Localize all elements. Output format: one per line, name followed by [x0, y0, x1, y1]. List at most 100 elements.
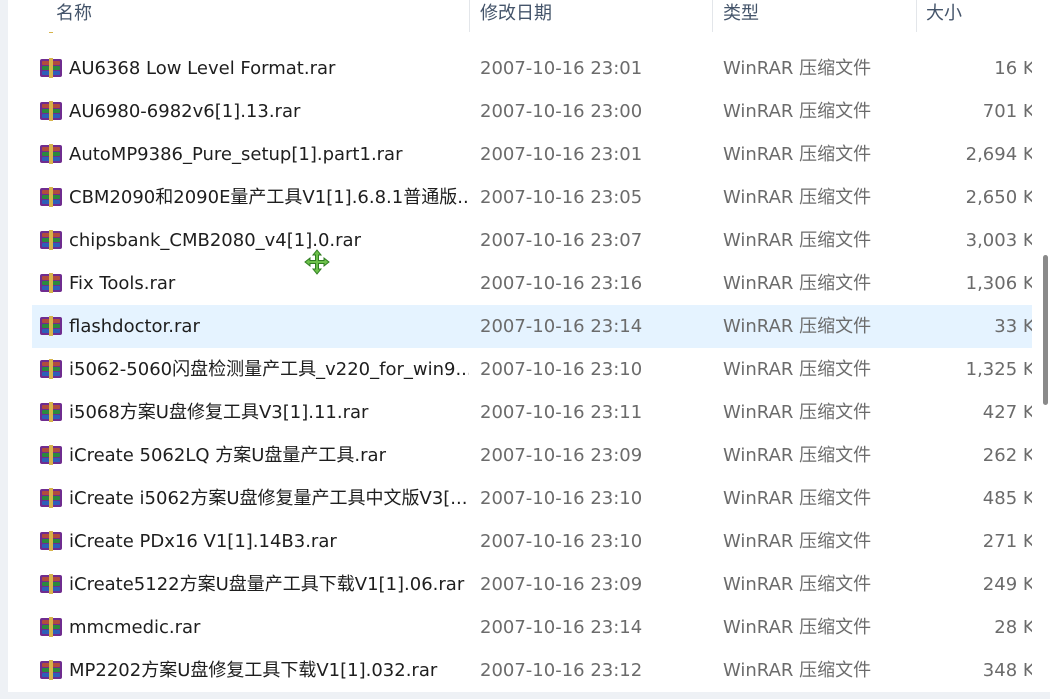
file-row[interactable]: iCreate 5062LQ 方案U盘量产工具.rar 2007-10-16 2… — [32, 434, 1032, 477]
vertical-scrollbar[interactable] — [1032, 0, 1050, 699]
file-size: 2,650 KI — [965, 187, 1032, 208]
file-size: 181 KB — [952, 32, 1032, 45]
file-row[interactable]: mmcmedic.rar 2007-10-16 23:14 WinRAR 压缩文… — [32, 606, 1032, 649]
winrar-archive-icon — [40, 574, 62, 594]
winrar-archive-icon — [40, 660, 62, 680]
column-header-name[interactable]: 名称 — [56, 0, 92, 30]
file-date: 2007-10-16 23:09 — [480, 445, 643, 466]
column-header-date[interactable]: 修改日期 — [480, 0, 552, 30]
file-name: mmcmedic.rar — [69, 617, 201, 638]
winrar-archive-icon — [40, 402, 62, 422]
scrollbar-thumb[interactable] — [1043, 255, 1048, 405]
file-type: WinRAR 压缩文件 — [723, 230, 872, 251]
file-date: 2007-10-16 23:01 — [480, 144, 643, 165]
file-type: WinRAR 压缩文件 — [723, 574, 872, 595]
file-row[interactable]: AU6980-6982v6[1].13.rar 2007-10-16 23:00… — [32, 90, 1032, 133]
file-date: 2007-10-16 23:10 — [480, 359, 643, 380]
file-date: 2007-10-16 23:12 — [480, 660, 643, 681]
file-name: i5062-5060闪盘检测量产工具_v220_for_win9... — [69, 359, 469, 380]
file-size: 1,325 KI — [965, 359, 1032, 380]
file-type: WinRAR 压缩文件 — [723, 32, 903, 45]
winrar-archive-icon — [40, 445, 62, 465]
file-name: AutoMP9386_Pure_setup[1].part1.rar — [69, 144, 403, 165]
winrar-archive-icon — [40, 58, 62, 78]
partial-file-row[interactable]: AU6337-ZLAT-[1].rar 2007-10-16 23:01 Win… — [8, 32, 1032, 45]
file-size: 249 KI — [982, 574, 1032, 595]
status-bar-edge — [0, 692, 1050, 699]
file-date: 2007-10-16 23:14 — [480, 316, 643, 337]
file-row[interactable]: Fix Tools.rar 2007-10-16 23:16 WinRAR 压缩… — [32, 262, 1032, 305]
file-name: MP2202方案U盘修复工具下载V1[1].032.rar — [69, 660, 438, 681]
file-row[interactable]: i5062-5060闪盘检测量产工具_v220_for_win9... 2007… — [32, 348, 1032, 391]
file-date: 2007-10-16 23:01 — [480, 32, 680, 45]
file-size: 16 KI — [994, 58, 1032, 79]
file-type: WinRAR 压缩文件 — [723, 359, 872, 380]
file-type: WinRAR 压缩文件 — [723, 488, 872, 509]
file-date: 2007-10-16 23:11 — [480, 402, 643, 423]
file-row[interactable]: chipsbank_CMB2080_v4[1].0.rar 2007-10-16… — [32, 219, 1032, 262]
file-type: WinRAR 压缩文件 — [723, 316, 872, 337]
file-list: AU6337-ZLAT-[1].rar 2007-10-16 23:01 Win… — [8, 32, 1032, 692]
file-row[interactable]: AU6368 Low Level Format.rar 2007-10-16 2… — [32, 47, 1032, 90]
file-type: WinRAR 压缩文件 — [723, 187, 872, 208]
file-size: 262 KI — [982, 445, 1032, 466]
column-header-type[interactable]: 类型 — [723, 0, 759, 30]
file-row[interactable]: iCreate i5062方案U盘修复量产工具中文版V3[... 2007-10… — [32, 477, 1032, 520]
file-name: AU6368 Low Level Format.rar — [69, 58, 336, 79]
file-name: AU6980-6982v6[1].13.rar — [69, 101, 301, 122]
winrar-archive-icon — [40, 144, 62, 164]
file-date: 2007-10-16 23:09 — [480, 574, 643, 595]
winrar-archive-icon — [49, 32, 53, 33]
file-date: 2007-10-16 23:05 — [480, 187, 643, 208]
file-type: WinRAR 压缩文件 — [723, 144, 872, 165]
winrar-archive-icon — [40, 488, 62, 508]
column-header-size[interactable]: 大小 — [926, 0, 962, 30]
file-size: 427 KI — [982, 402, 1032, 423]
file-date: 2007-10-16 23:10 — [480, 531, 643, 552]
file-size: 28 KI — [994, 617, 1032, 638]
file-type: WinRAR 压缩文件 — [723, 58, 872, 79]
file-size: 701 KI — [982, 101, 1032, 122]
file-row[interactable]: AutoMP9386_Pure_setup[1].part1.rar 2007-… — [32, 133, 1032, 176]
file-type: WinRAR 压缩文件 — [723, 273, 872, 294]
file-date: 2007-10-16 23:07 — [480, 230, 643, 251]
file-date: 2007-10-16 23:14 — [480, 617, 643, 638]
file-row[interactable]: MP2202方案U盘修复工具下载V1[1].032.rar 2007-10-16… — [32, 649, 1032, 692]
file-row[interactable]: iCreate PDx16 V1[1].14B3.rar 2007-10-16 … — [32, 520, 1032, 563]
winrar-archive-icon — [40, 230, 62, 250]
column-divider[interactable] — [712, 0, 713, 32]
move-cursor-icon — [304, 249, 330, 275]
file-type: WinRAR 压缩文件 — [723, 402, 872, 423]
file-explorer-window: 名称 修改日期 类型 大小 AU6337-ZLAT-[1].rar 2007-1… — [0, 0, 1050, 699]
navigation-pane-edge — [0, 0, 8, 699]
file-row-selected[interactable]: flashdoctor.rar 2007-10-16 23:14 WinRAR … — [32, 305, 1032, 348]
winrar-archive-icon — [40, 359, 62, 379]
winrar-archive-icon — [40, 101, 62, 121]
file-name: AU6337-ZLAT-[1].rar — [69, 32, 469, 45]
file-size: 348 KI — [982, 660, 1032, 681]
file-date: 2007-10-16 23:00 — [480, 101, 643, 122]
winrar-archive-icon — [40, 273, 62, 293]
file-name: iCreate5122方案U盘量产工具下载V1[1].06.rar — [69, 574, 465, 595]
column-divider[interactable] — [916, 0, 917, 32]
file-size: 1,306 KI — [965, 273, 1032, 294]
file-name: flashdoctor.rar — [69, 316, 200, 337]
file-date: 2007-10-16 23:01 — [480, 58, 643, 79]
winrar-archive-icon — [40, 531, 62, 551]
file-name: iCreate PDx16 V1[1].14B3.rar — [69, 531, 337, 552]
winrar-archive-icon — [40, 187, 62, 207]
file-name: chipsbank_CMB2080_v4[1].0.rar — [69, 230, 361, 251]
file-row[interactable]: iCreate5122方案U盘量产工具下载V1[1].06.rar 2007-1… — [32, 563, 1032, 606]
file-name: CBM2090和2090E量产工具V1[1].6.8.1普通版.... — [69, 187, 469, 208]
file-row[interactable]: i5068方案U盘修复工具V3[1].11.rar 2007-10-16 23:… — [32, 391, 1032, 434]
file-name: Fix Tools.rar — [69, 273, 176, 294]
column-divider[interactable] — [469, 0, 470, 32]
file-type: WinRAR 压缩文件 — [723, 101, 872, 122]
file-size: 271 KI — [982, 531, 1032, 552]
file-name: i5068方案U盘修复工具V3[1].11.rar — [69, 402, 369, 423]
file-name: iCreate i5062方案U盘修复量产工具中文版V3[... — [69, 488, 468, 509]
file-type: WinRAR 压缩文件 — [723, 617, 872, 638]
file-row[interactable]: CBM2090和2090E量产工具V1[1].6.8.1普通版.... 2007… — [32, 176, 1032, 219]
file-row[interactable]: AU6337-ZLAT-[1].rar 2007-10-16 23:01 Win… — [32, 32, 1032, 45]
file-type: WinRAR 压缩文件 — [723, 531, 872, 552]
